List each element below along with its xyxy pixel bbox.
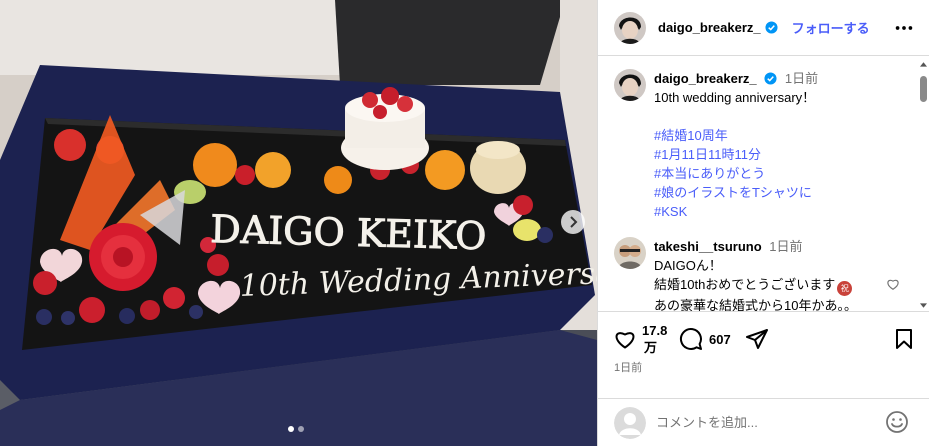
scroll-up-arrow-icon[interactable] bbox=[920, 60, 927, 68]
comment-like-heart-icon[interactable] bbox=[886, 277, 900, 291]
avatar-image bbox=[614, 237, 646, 269]
heart-icon[interactable] bbox=[613, 327, 637, 351]
like-count-line2[interactable]: 万 bbox=[644, 340, 657, 355]
verified-badge-icon bbox=[764, 72, 777, 85]
post-header: daigo_breakerz_ フォローする bbox=[598, 0, 929, 56]
comment-body: takeshi__tsuruno 1日前 DAIGOん！ 結婚10thおめでとう… bbox=[654, 237, 909, 311]
hashtag-link[interactable]: #本当にありがとう bbox=[654, 164, 909, 183]
comment-text-line: DAIGOん！ bbox=[654, 258, 722, 273]
avatar[interactable] bbox=[614, 237, 646, 269]
comment-text-line: あの豪華な結婚式から10年かあ。。 bbox=[654, 298, 857, 311]
follow-button[interactable]: フォローする bbox=[792, 18, 870, 37]
post-date[interactable]: 1日前 bbox=[614, 359, 642, 375]
caption-username[interactable]: daigo_breakerz_ bbox=[654, 71, 757, 86]
comment-count[interactable]: 607 bbox=[709, 332, 731, 347]
avatar[interactable] bbox=[614, 11, 646, 44]
chevron-right-icon bbox=[570, 216, 578, 228]
send-icon[interactable] bbox=[745, 327, 769, 351]
hashtag-link[interactable]: #娘のイラストをTシャツに bbox=[654, 183, 909, 202]
carousel-indicator bbox=[288, 426, 304, 432]
comment-username[interactable]: takeshi__tsuruno bbox=[654, 239, 762, 254]
carousel-dot bbox=[298, 426, 304, 432]
cake-text-line1: DAIGO KEIKO bbox=[210, 207, 487, 258]
hashtag-link[interactable]: #1月11日11時11分 bbox=[654, 145, 909, 164]
header-username[interactable]: daigo_breakerz_ bbox=[658, 20, 761, 35]
post-side-panel: daigo_breakerz_ フォローする daigo_breakerz_ 1… bbox=[597, 0, 929, 446]
cake-photo-illustration: DAIGO KEIKO 10th Wedding Anniversary bbox=[0, 0, 597, 446]
carousel-dot bbox=[288, 426, 294, 432]
avatar-image bbox=[614, 11, 646, 44]
scroll-down-arrow-icon[interactable] bbox=[920, 302, 927, 310]
emoji-icon[interactable] bbox=[885, 410, 909, 434]
comments-scrollbar[interactable] bbox=[919, 60, 928, 310]
post-photo[interactable]: DAIGO KEIKO 10th Wedding Anniversary bbox=[0, 0, 597, 446]
current-user-avatar bbox=[614, 406, 646, 439]
comment-time[interactable]: 1日前 bbox=[769, 239, 802, 254]
caption-body: daigo_breakerz_ 1日前 10th wedding anniver… bbox=[654, 69, 909, 221]
caption-text: 10th wedding anniversary！ bbox=[654, 90, 816, 105]
carousel-next-button[interactable] bbox=[561, 210, 585, 234]
hashtag-link[interactable]: #KSK bbox=[654, 202, 909, 221]
comments-list[interactable]: daigo_breakerz_ 1日前 10th wedding anniver… bbox=[598, 57, 929, 311]
comment-icon[interactable] bbox=[679, 327, 703, 351]
scrollbar-thumb[interactable] bbox=[920, 76, 927, 102]
more-icon[interactable] bbox=[893, 17, 915, 39]
comment-input[interactable] bbox=[656, 415, 886, 430]
like-count-line1[interactable]: 17.8 bbox=[642, 323, 667, 338]
verified-badge-icon bbox=[765, 21, 778, 34]
hashtag-link[interactable]: #結婚10周年 bbox=[654, 126, 909, 145]
bookmark-icon[interactable] bbox=[892, 327, 916, 351]
post-actions: 17.8 万 607 1日前 bbox=[598, 311, 929, 398]
avatar-image bbox=[614, 69, 646, 101]
congrats-emoji-icon: 祝 bbox=[837, 281, 853, 296]
avatar[interactable] bbox=[614, 69, 646, 101]
add-comment-bar bbox=[598, 398, 929, 446]
caption-time[interactable]: 1日前 bbox=[785, 71, 818, 86]
default-avatar-icon bbox=[614, 406, 646, 439]
comment-text-line: 結婚10thおめでとうございます bbox=[654, 277, 836, 292]
